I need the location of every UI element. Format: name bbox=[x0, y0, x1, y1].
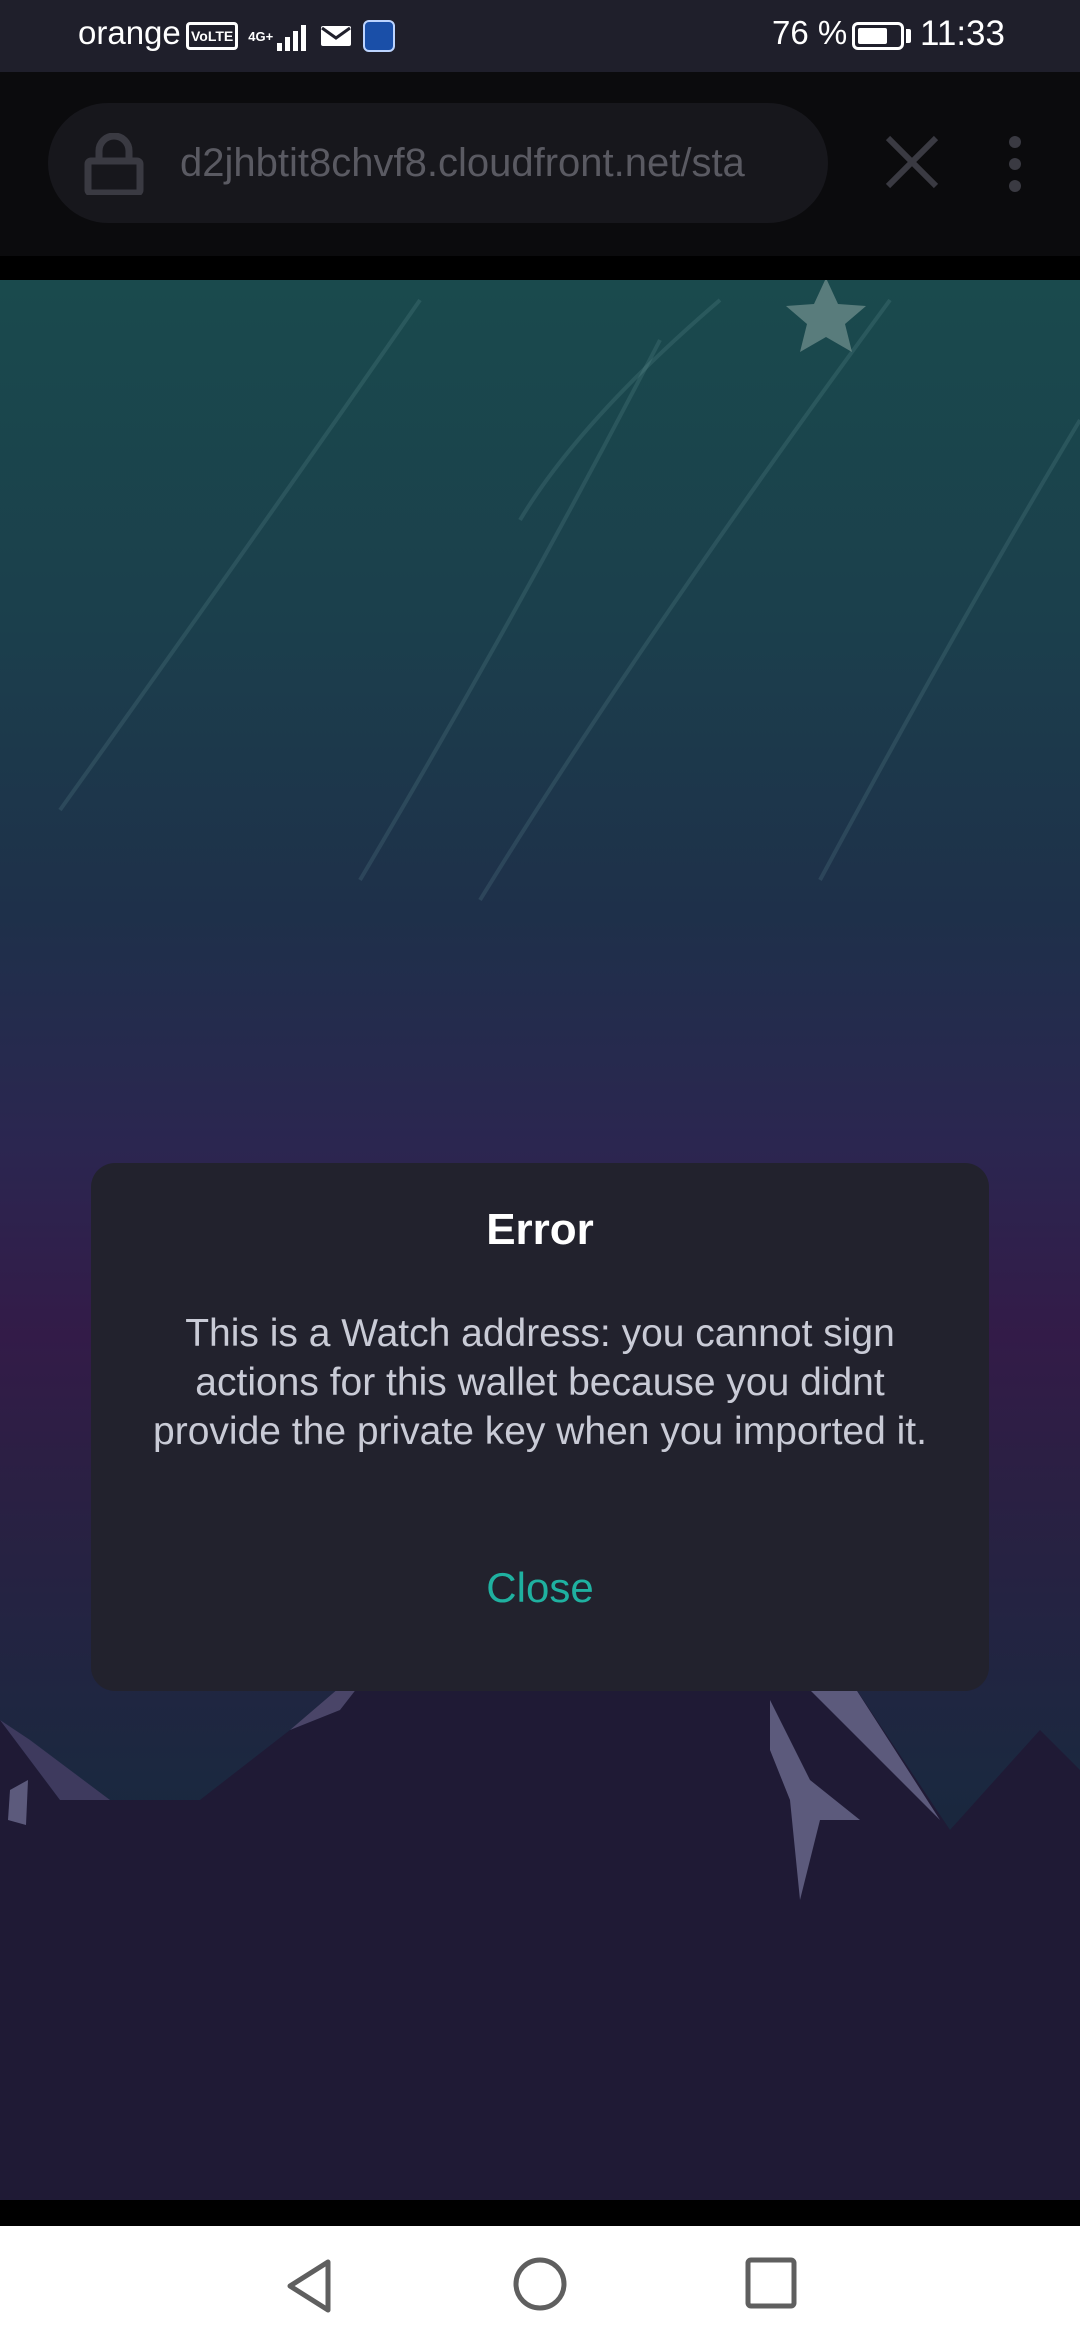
status-bar: orange VoLTE 4G+ 76 % 11:33 bbox=[0, 0, 1080, 72]
battery-tip bbox=[906, 29, 911, 43]
navigation-bar bbox=[0, 2226, 1080, 2340]
home-icon[interactable] bbox=[512, 2256, 568, 2312]
status-icons: VoLTE 4G+ bbox=[186, 18, 396, 54]
battery-level-fill bbox=[858, 28, 887, 44]
recents-icon[interactable] bbox=[744, 2256, 798, 2310]
error-dialog: Error This is a Watch address: you canno… bbox=[91, 1163, 989, 1691]
url-text[interactable]: d2jhbtit8chvf8.cloudfront.net/sta bbox=[180, 141, 800, 186]
mail-icon bbox=[321, 26, 352, 46]
network-type-label: 4G+ bbox=[248, 28, 274, 44]
toolbar-divider bbox=[0, 256, 1080, 280]
content-bottom-divider bbox=[0, 2200, 1080, 2226]
dialog-title: Error bbox=[486, 1205, 594, 1254]
close-icon[interactable] bbox=[882, 132, 942, 192]
clock: 11:33 bbox=[920, 14, 1005, 53]
address-bar[interactable]: d2jhbtit8chvf8.cloudfront.net/sta bbox=[48, 103, 828, 223]
star-shape bbox=[786, 280, 866, 352]
close-button[interactable]: Close bbox=[440, 1553, 640, 1623]
signal-icon bbox=[277, 21, 309, 51]
app-notification-icon bbox=[363, 20, 396, 52]
carrier-name: orange bbox=[78, 14, 181, 51]
browser-toolbar: d2jhbtit8chvf8.cloudfront.net/sta bbox=[0, 72, 1080, 256]
volte-icon: VoLTE bbox=[186, 22, 239, 50]
battery-percent: 76 % bbox=[772, 14, 848, 51]
dialog-message: This is a Watch address: you cannot sign… bbox=[153, 1312, 927, 1453]
back-icon[interactable] bbox=[280, 2256, 340, 2316]
more-vert-icon[interactable] bbox=[1000, 134, 1030, 194]
lock-icon[interactable] bbox=[84, 133, 144, 195]
battery-icon bbox=[852, 22, 904, 50]
web-content: Error This is a Watch address: you canno… bbox=[0, 280, 1080, 2200]
